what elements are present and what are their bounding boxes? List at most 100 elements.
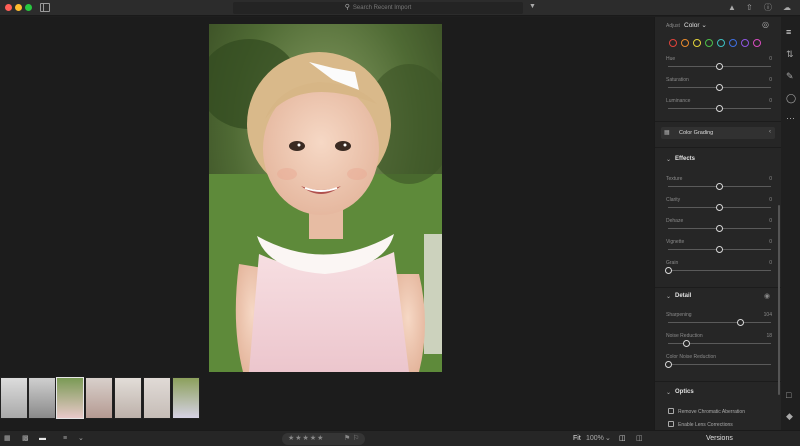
- panel-scrollbar[interactable]: [778, 205, 780, 395]
- color-grading-icon: ▦: [664, 130, 670, 136]
- slider-label: Sharpening: [666, 312, 692, 318]
- optics-collapse-icon[interactable]: ⌄: [666, 389, 671, 396]
- top-toolbar: ⚲ Search Recent Import ▼ ▲ ⇧ ⓘ ☁: [0, 0, 800, 16]
- slider-track[interactable]: [668, 322, 771, 323]
- slider-track[interactable]: [668, 364, 771, 365]
- filmstrip-thumb[interactable]: [172, 377, 200, 419]
- detail-view-icon[interactable]: ▬: [39, 434, 46, 444]
- optics-header[interactable]: Optics: [675, 389, 694, 395]
- search-icon: ⚲: [344, 4, 350, 11]
- slider-value[interactable]: 0: [769, 56, 772, 62]
- close-window-button[interactable]: [5, 4, 12, 11]
- photo-grid-icon[interactable]: ▩: [22, 434, 29, 444]
- slider-knob[interactable]: [664, 361, 672, 368]
- effects-collapse-icon[interactable]: ⌄: [666, 156, 671, 163]
- color-swatch-button[interactable]: [753, 39, 761, 47]
- slider-knob[interactable]: [716, 84, 723, 91]
- slider-value[interactable]: 104: [764, 312, 772, 318]
- slider-value[interactable]: 0: [769, 218, 772, 224]
- tag-icon[interactable]: ◆: [786, 411, 793, 421]
- search-input[interactable]: ⚲ Search Recent Import: [233, 2, 523, 14]
- filmstrip-thumb[interactable]: [114, 377, 142, 419]
- detail-collapse-icon[interactable]: ⌄: [666, 293, 671, 300]
- slider-knob[interactable]: [664, 267, 672, 274]
- color-swatch-button[interactable]: [729, 39, 737, 47]
- photo-viewer: [0, 17, 654, 430]
- main-photo[interactable]: [209, 24, 442, 372]
- detail-header[interactable]: Detail: [675, 293, 691, 299]
- color-swatch-button[interactable]: [741, 39, 749, 47]
- adjust-dropdown[interactable]: Color ⌄: [684, 21, 707, 29]
- slider-label: Vignette: [666, 239, 685, 245]
- filmstrip-thumb[interactable]: [143, 377, 171, 419]
- zoom-chevron-down-icon[interactable]: ⌄: [605, 434, 611, 444]
- sidebar-toggle-icon[interactable]: [40, 3, 50, 12]
- more-icon[interactable]: ⋯: [786, 113, 795, 123]
- sort-icon[interactable]: ≡: [63, 434, 67, 444]
- checkbox[interactable]: [668, 421, 674, 427]
- comments-icon[interactable]: □: [786, 390, 791, 400]
- fit-label[interactable]: Fit: [573, 434, 581, 444]
- checkbox[interactable]: [668, 408, 674, 414]
- minimize-window-button[interactable]: [15, 4, 22, 11]
- effects-header[interactable]: Effects: [675, 156, 695, 162]
- filmstrip-thumb[interactable]: [0, 377, 28, 419]
- filmstrip-thumb-selected[interactable]: [56, 377, 84, 419]
- masking-icon[interactable]: ◯: [786, 93, 796, 103]
- bottom-toolbar: ▦ ▩ ▬ ≡ ⌄ ★★★★★ ⚑ ⚐ Fit 100% ⌄ ◫ ◫ Versi…: [0, 430, 800, 446]
- compare-icon[interactable]: ◫: [636, 434, 643, 444]
- edit-panel: Adjust Color ⌄ ◎ Hue 0 Saturation 0 Luminanc…: [654, 17, 781, 430]
- color-swatch-button[interactable]: [693, 39, 701, 47]
- eye-icon[interactable]: ◉: [764, 292, 770, 300]
- slider-knob[interactable]: [716, 105, 723, 112]
- slider-label: Texture: [666, 176, 683, 182]
- crop-icon[interactable]: ⇅: [786, 49, 794, 59]
- versions-button[interactable]: Versions: [706, 434, 733, 444]
- edit-sliders-icon[interactable]: ≡: [786, 27, 791, 37]
- filmstrip-thumb[interactable]: [85, 377, 113, 419]
- filmstrip-thumb[interactable]: [28, 377, 56, 419]
- notifications-icon[interactable]: ▲: [728, 3, 736, 12]
- slider-label: Noise Reduction: [666, 333, 703, 339]
- filter-icon[interactable]: ▼: [529, 3, 536, 10]
- cloud-status-icon[interactable]: ☁: [783, 3, 791, 12]
- slider-track[interactable]: [668, 270, 771, 271]
- chevron-left-icon: ‹: [769, 129, 771, 135]
- reject-flag-icon[interactable]: ⚐: [353, 433, 360, 445]
- slider-knob[interactable]: [716, 204, 723, 211]
- slider-value[interactable]: 0: [769, 239, 772, 245]
- color-swatch-button[interactable]: [717, 39, 725, 47]
- color-grading-row[interactable]: ▦ Color Grading ‹: [661, 127, 775, 139]
- before-after-icon[interactable]: ◫: [619, 434, 626, 444]
- target-adjust-icon[interactable]: ◎: [762, 20, 769, 29]
- help-icon[interactable]: ⓘ: [764, 3, 772, 12]
- slider-knob[interactable]: [716, 183, 723, 190]
- sort-chevron-down-icon[interactable]: ⌄: [78, 434, 84, 444]
- slider-value[interactable]: 18: [766, 333, 772, 339]
- slider-value[interactable]: 0: [769, 77, 772, 83]
- stars[interactable]: ★★★★★: [288, 435, 324, 442]
- square-grid-icon[interactable]: ▦: [4, 434, 11, 444]
- star-rating[interactable]: ★★★★★ ⚑ ⚐: [282, 433, 365, 445]
- slider-knob[interactable]: [716, 225, 723, 232]
- color-swatch-button[interactable]: [681, 39, 689, 47]
- slider-label: Dehaze: [666, 218, 684, 224]
- tool-rail: ≡ ⇅ ✎ ◯ ⋯ □ ◆: [781, 17, 800, 430]
- slider-knob[interactable]: [716, 63, 723, 70]
- slider-label: Luminance: [666, 98, 691, 104]
- slider-value[interactable]: 0: [769, 260, 772, 266]
- zoom-window-button[interactable]: [25, 4, 32, 11]
- slider-knob[interactable]: [736, 319, 744, 326]
- flag-icon[interactable]: ⚑: [344, 433, 351, 445]
- healing-brush-icon[interactable]: ✎: [786, 71, 794, 81]
- slider-value[interactable]: 0: [769, 176, 772, 182]
- slider-knob[interactable]: [716, 246, 723, 253]
- slider-value[interactable]: 0: [769, 197, 772, 203]
- share-icon[interactable]: ⇧: [746, 3, 753, 12]
- zoom-level[interactable]: 100%: [586, 434, 604, 444]
- color-swatch-button[interactable]: [705, 39, 713, 47]
- color-swatch-button[interactable]: [669, 39, 677, 47]
- slider-value[interactable]: 0: [769, 98, 772, 104]
- slider-label: Clarity: [666, 197, 681, 203]
- slider-knob[interactable]: [683, 340, 691, 347]
